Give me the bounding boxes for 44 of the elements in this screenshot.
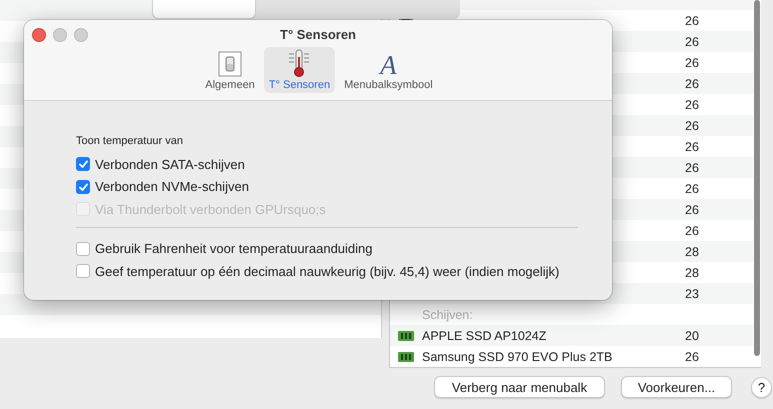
toolbar-tab[interactable]: T° Sensoren <box>264 47 336 93</box>
scrollbar[interactable] <box>754 0 760 356</box>
section-label: Toon temperatuur van <box>76 135 184 147</box>
checkbox[interactable] <box>76 242 90 256</box>
temperature-value: 28 <box>685 244 700 258</box>
temperature-value: 26 <box>685 98 700 112</box>
hide-to-menubar-button[interactable]: Verberg naar menubalk <box>434 376 605 398</box>
preferences-button[interactable]: Voorkeuren... <box>621 376 732 398</box>
temperature-value: 26 <box>685 34 700 48</box>
minimize-button[interactable] <box>53 28 67 42</box>
temperature-value: 23 <box>685 286 700 300</box>
checkbox-label: Geef temperatuur op één decimaal nauwkeurig (bijv. 45,4) weer (indien mogelijk) <box>95 264 560 279</box>
temperature-value: 20 <box>685 328 700 342</box>
temperature-value: 26 <box>685 140 700 154</box>
temperature-value: 26 <box>685 118 700 132</box>
temperature-value: 26 <box>685 182 700 196</box>
temperature-value: 26 <box>685 56 700 70</box>
temperature-value: 26 <box>685 224 700 238</box>
thermometer-icon <box>287 49 312 77</box>
checkbox-label: Verbonden NVMe-schijven <box>95 179 249 194</box>
drive-icon <box>398 330 414 342</box>
letter-icon: A <box>380 52 397 78</box>
group-header: Schijven: <box>421 308 474 322</box>
checkbox-label: Verbonden SATA-schijven <box>95 156 245 172</box>
drive-icon <box>398 350 414 362</box>
window-title: T° Sensoren <box>280 27 356 42</box>
toolbar-tab[interactable]: Algemeen <box>200 47 260 93</box>
temperature-value: 26 <box>685 202 700 216</box>
toolbar-tab[interactable]: A Menubalksymbool <box>339 47 438 93</box>
disk-name: Samsung SSD 970 EVO Plus 2TB <box>422 350 614 364</box>
checkbox-label: Gebruik Fahrenheit voor temperatuuraanduiding <box>95 241 373 256</box>
checkbox[interactable] <box>76 264 90 278</box>
disk-name: APPLE SSD AP1024Z <box>422 328 548 342</box>
temperature-value: 26 <box>685 160 700 174</box>
zoom-button[interactable] <box>74 28 88 42</box>
temperature-value: 26 <box>685 14 700 28</box>
close-button[interactable] <box>32 28 46 42</box>
help-button[interactable]: ? <box>751 376 772 398</box>
switch-icon <box>218 51 242 77</box>
checkbox[interactable] <box>76 180 90 194</box>
temperature-value: 26 <box>685 76 700 90</box>
temperature-value: 26 <box>685 350 700 364</box>
checkbox[interactable] <box>76 157 90 172</box>
temperature-value: 28 <box>685 266 700 280</box>
